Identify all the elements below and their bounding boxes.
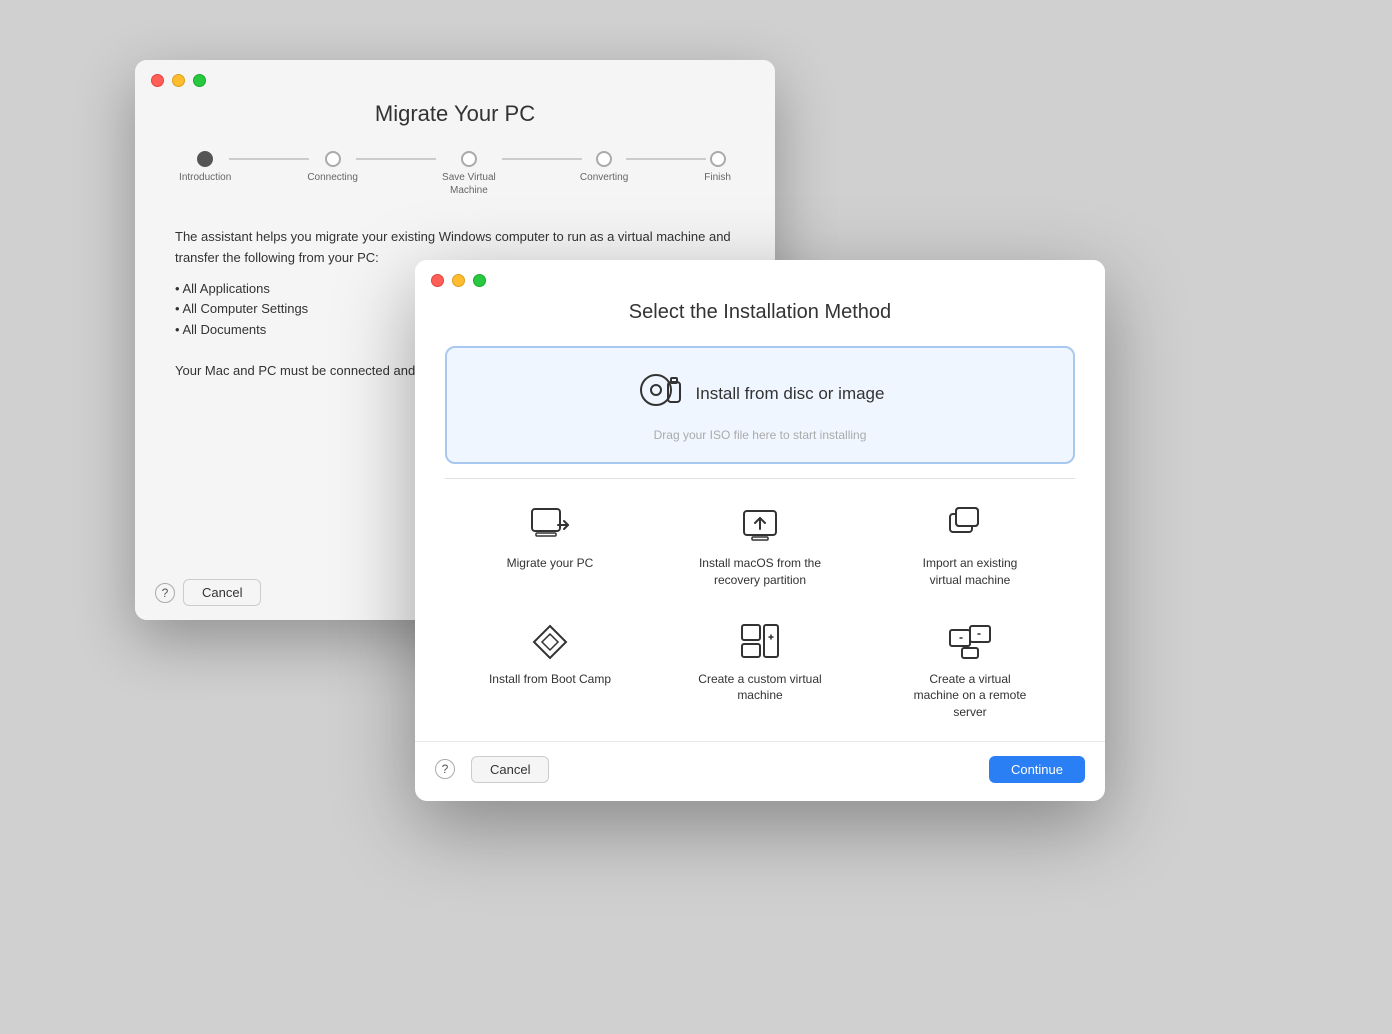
step-label-connecting: Connecting (307, 171, 358, 184)
migrate-pc-label: Migrate your PC (507, 555, 594, 572)
install-macos-option[interactable]: Install macOS from the recovery partitio… (655, 493, 865, 599)
bg-cancel-button[interactable]: Cancel (183, 579, 261, 606)
custom-vm-icon (738, 619, 782, 663)
step-line-2 (356, 158, 436, 160)
close-button[interactable] (151, 74, 164, 87)
fg-footer-left: ? Cancel (435, 756, 549, 783)
install-macos-label: Install macOS from the recovery partitio… (695, 555, 825, 589)
migrate-pc-option[interactable]: Migrate your PC (445, 493, 655, 599)
options-grid: Migrate your PC Install macOS from the r… (445, 493, 1075, 731)
fg-minimize-button[interactable] (452, 274, 465, 287)
custom-vm-option[interactable]: Create a custom virtual machine (655, 609, 865, 731)
fullscreen-button[interactable] (193, 74, 206, 87)
step-label-converting: Converting (580, 171, 628, 184)
remote-vm-option[interactable]: Create a virtual machine on a remote ser… (865, 609, 1075, 731)
step-circle-save (461, 151, 477, 167)
bg-titlebar (135, 60, 775, 101)
remote-vm-icon (948, 619, 992, 663)
step-circle-introduction (197, 151, 213, 167)
step-line-4 (626, 158, 706, 160)
install-disc-label: Install from disc or image (696, 384, 885, 404)
install-macos-icon (738, 503, 782, 547)
boot-camp-option[interactable]: Install from Boot Camp (445, 609, 655, 731)
boot-camp-icon (528, 619, 572, 663)
fg-titlebar (415, 260, 1105, 301)
fg-continue-button[interactable]: Continue (989, 756, 1085, 783)
step-line-1 (229, 158, 309, 160)
import-vm-label: Import an existing virtual machine (905, 555, 1035, 589)
minimize-button[interactable] (172, 74, 185, 87)
custom-vm-label: Create a custom virtual machine (695, 671, 825, 705)
import-vm-option[interactable]: Import an existing virtual machine (865, 493, 1075, 599)
step-circle-finish (710, 151, 726, 167)
fg-window-content: Select the Installation Method Install f… (415, 301, 1105, 731)
steps-bar: Introduction Connecting Save Virtual Mac… (175, 151, 735, 197)
fg-close-button[interactable] (431, 274, 444, 287)
import-vm-icon (948, 503, 992, 547)
install-disc-option[interactable]: Install from disc or image Drag your ISO… (445, 346, 1075, 464)
boot-camp-label: Install from Boot Camp (489, 671, 611, 688)
fg-cancel-button[interactable]: Cancel (471, 756, 549, 783)
divider-1 (445, 478, 1075, 479)
step-label-finish: Finish (704, 171, 731, 184)
disc-icon (636, 368, 680, 412)
fg-footer: ? Cancel Continue (415, 741, 1105, 801)
bg-help-button[interactable]: ? (155, 583, 175, 603)
installation-method-window: Select the Installation Method Install f… (415, 260, 1105, 801)
bg-window-title: Migrate Your PC (175, 101, 735, 127)
step-label-save: Save Virtual Machine (434, 171, 504, 197)
step-circle-converting (596, 151, 612, 167)
step-label-introduction: Introduction (179, 171, 231, 184)
step-line-3 (502, 158, 582, 160)
fg-fullscreen-button[interactable] (473, 274, 486, 287)
drag-hint: Drag your ISO file here to start install… (654, 428, 867, 442)
fg-help-button[interactable]: ? (435, 759, 455, 779)
migrate-pc-icon (528, 503, 572, 547)
remote-vm-label: Create a virtual machine on a remote ser… (905, 671, 1035, 721)
step-circle-connecting (325, 151, 341, 167)
fg-window-title: Select the Installation Method (445, 301, 1075, 324)
